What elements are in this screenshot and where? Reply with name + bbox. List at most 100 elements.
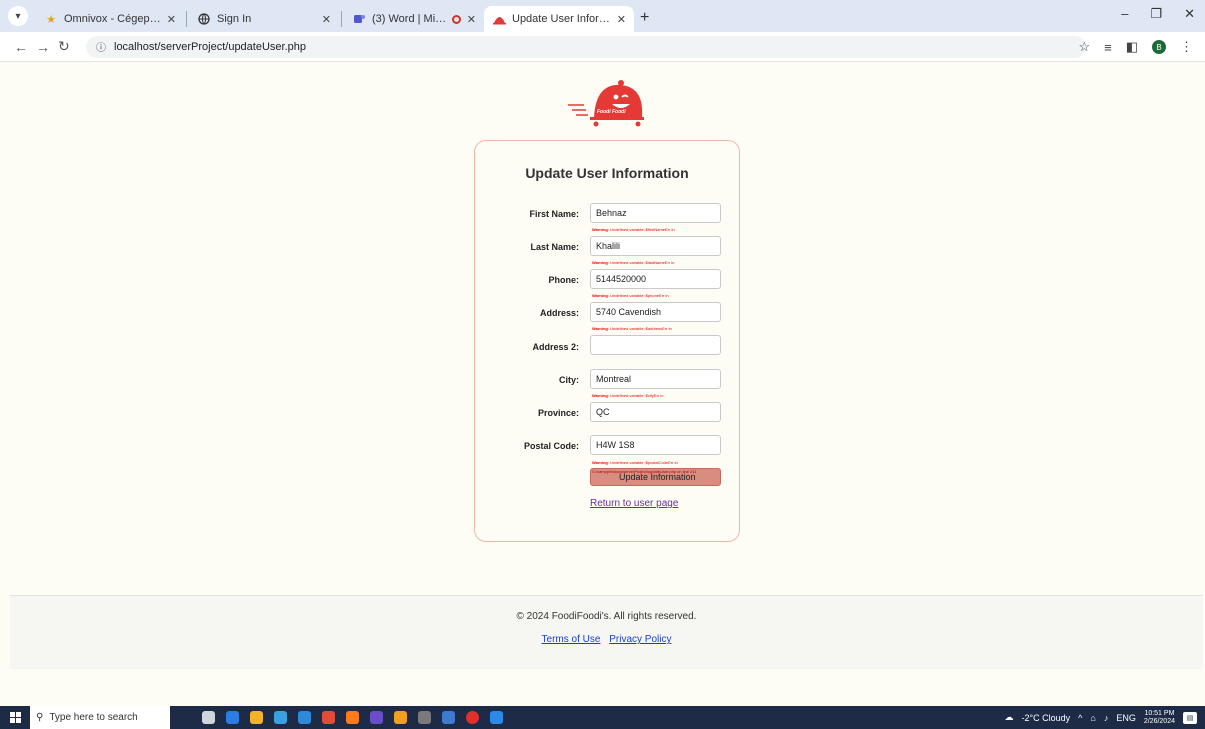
close-window-icon[interactable]: ✕ bbox=[1184, 6, 1195, 22]
close-tab-icon[interactable]: ✕ bbox=[617, 13, 626, 26]
forward-arrow-icon[interactable]: → bbox=[36, 39, 58, 55]
last-name-input[interactable] bbox=[590, 236, 721, 256]
taskbar-app-icon[interactable] bbox=[268, 706, 292, 729]
taskbar-search-box[interactable]: ⚲ Type here to search bbox=[30, 706, 170, 729]
address2-input[interactable] bbox=[590, 335, 721, 355]
tab-search-menu-icon[interactable]: ▾ bbox=[8, 6, 28, 26]
address-warning: Warning: Undefined variable: $addressErr… bbox=[592, 326, 672, 331]
close-tab-icon[interactable]: ✕ bbox=[322, 13, 331, 26]
tab-title: Update User Information bbox=[512, 13, 611, 25]
minimize-icon[interactable]: – bbox=[1121, 6, 1128, 22]
update-user-form: Update User Information First Name: Warn… bbox=[474, 140, 740, 542]
clock-date: 2/26/2024 bbox=[1143, 717, 1175, 725]
first-name-input[interactable] bbox=[590, 203, 721, 223]
privacy-policy-link[interactable]: Privacy Policy bbox=[609, 634, 671, 645]
phone-label: Phone: bbox=[548, 275, 580, 285]
taskbar-app-icon[interactable] bbox=[460, 706, 484, 729]
address2-label: Address 2: bbox=[532, 342, 579, 352]
tab-title: (3) Word | Microsoft Teams bbox=[372, 13, 448, 25]
globe-favicon-icon bbox=[197, 12, 211, 26]
close-tab-icon[interactable]: ✕ bbox=[167, 13, 176, 26]
new-tab-button[interactable]: + bbox=[640, 9, 649, 27]
taskbar-app-icon[interactable] bbox=[292, 706, 316, 729]
city-label: City: bbox=[559, 375, 579, 385]
first-name-warning: Warning: Undefined variable: $firstNameE… bbox=[592, 227, 675, 232]
reading-mode-icon[interactable]: ≡ bbox=[1104, 40, 1112, 55]
province-input[interactable] bbox=[590, 402, 721, 422]
back-arrow-icon[interactable]: ← bbox=[14, 39, 36, 55]
window-controls: – ❐ ✕ bbox=[1121, 6, 1195, 22]
url-text: localhost/serverProject/updateUser.php bbox=[114, 40, 306, 53]
address-label: Address: bbox=[539, 308, 579, 318]
windows-start-icon[interactable] bbox=[0, 706, 30, 729]
profile-avatar[interactable]: B bbox=[1152, 40, 1166, 54]
taskbar-clock[interactable]: 10:51 PM 2/26/2024 bbox=[1144, 710, 1175, 726]
star-favicon-icon: ★ bbox=[46, 13, 56, 26]
network-icon[interactable]: ⌂ bbox=[1090, 713, 1095, 723]
search-icon: ⚲ bbox=[36, 712, 44, 723]
taskbar-app-icon[interactable] bbox=[388, 706, 412, 729]
page-footer: © 2024 FoodiFoodi's. All rights reserved… bbox=[10, 595, 1203, 669]
tab-title: Omnivox - Cégep John Abbott bbox=[64, 13, 161, 25]
copyright-text: © 2024 FoodiFoodi's. All rights reserved… bbox=[516, 611, 697, 622]
form-title: Update User Information bbox=[525, 165, 689, 181]
teams-favicon-icon bbox=[352, 12, 366, 26]
restore-icon[interactable]: ❐ bbox=[1150, 6, 1162, 22]
province-label: Province: bbox=[537, 408, 579, 418]
volume-icon[interactable]: ♪ bbox=[1104, 713, 1109, 723]
last-name-label: Last Name: bbox=[530, 242, 579, 252]
tab-teams[interactable]: (3) Word | Microsoft Teams ✕ bbox=[344, 6, 484, 32]
close-tab-icon[interactable]: ✕ bbox=[467, 13, 476, 26]
taskbar-app-icon[interactable] bbox=[484, 706, 508, 729]
site-info-icon[interactable]: ⓘ bbox=[96, 39, 106, 54]
taskbar-app-icon[interactable] bbox=[364, 706, 388, 729]
tab-omnivox[interactable]: ★ Omnivox - Cégep John Abbott ✕ bbox=[36, 6, 184, 32]
menu-kebab-icon[interactable]: ⋮ bbox=[1180, 39, 1193, 55]
clock-time: 10:51 PM bbox=[1144, 709, 1175, 717]
postal-code-label: Postal Code: bbox=[523, 441, 579, 451]
recording-indicator-icon bbox=[451, 14, 461, 24]
terms-of-use-link[interactable]: Terms of Use bbox=[542, 634, 601, 645]
phone-input[interactable] bbox=[590, 269, 721, 289]
foodi-favicon-icon bbox=[492, 12, 506, 26]
postal-code-input[interactable] bbox=[590, 435, 721, 455]
taskbar-search-placeholder: Type here to search bbox=[49, 712, 138, 723]
taskbar-app-icon[interactable] bbox=[244, 706, 268, 729]
first-name-label: First Name: bbox=[529, 209, 579, 219]
side-panel-icon[interactable]: ◧ bbox=[1126, 39, 1138, 55]
taskbar-app-icon[interactable] bbox=[436, 706, 460, 729]
last-name-warning: Warning: Undefined variable: $lastNameEr… bbox=[592, 260, 675, 265]
tray-chevron-icon[interactable]: ^ bbox=[1078, 713, 1082, 723]
browser-tab-strip: ▾ ★ Omnivox - Cégep John Abbott ✕ Sign I… bbox=[0, 0, 1205, 32]
weather-cloud-icon: ☁ bbox=[1004, 712, 1014, 722]
address-bar[interactable]: ⓘ localhost/serverProject/updateUser.php bbox=[86, 35, 1086, 58]
toolbar-actions: ☆ ≡ ◧ B ⋮ bbox=[1078, 39, 1193, 55]
footer-links: Terms of Use Privacy Policy bbox=[10, 634, 1203, 645]
system-tray: ☁ -2°C Cloudy ^ ⌂ ♪ ENG 10:51 PM 2/26/20… bbox=[1005, 706, 1197, 729]
city-input[interactable] bbox=[590, 369, 721, 389]
reload-icon[interactable]: ↻ bbox=[58, 38, 80, 55]
taskbar-app-icon[interactable] bbox=[316, 706, 340, 729]
phone-warning: Warning: Undefined variable: $phoneErr i… bbox=[592, 293, 669, 298]
notification-center-icon[interactable]: ▤ bbox=[1183, 711, 1197, 724]
taskbar-app-icon[interactable] bbox=[412, 706, 436, 729]
language-indicator[interactable]: ENG bbox=[1116, 713, 1136, 723]
city-warning: Warning: Undefined variable: $cityErr in bbox=[592, 393, 664, 398]
tab-separator bbox=[341, 11, 342, 27]
browser-toolbar: ← → ↻ ⓘ localhost/serverProject/updateUs… bbox=[0, 32, 1205, 62]
logo-text: Foodi Foodi bbox=[597, 109, 626, 115]
weather-text[interactable]: -2°C Cloudy bbox=[1022, 713, 1071, 723]
foodi-foodi-logo: Foodi Foodi bbox=[566, 77, 646, 129]
taskbar-app-icon[interactable] bbox=[196, 706, 220, 729]
bookmark-star-icon[interactable]: ☆ bbox=[1078, 39, 1090, 55]
tab-update-user[interactable]: Update User Information ✕ bbox=[484, 6, 634, 32]
tab-title: Sign In bbox=[217, 13, 252, 25]
address-input[interactable] bbox=[590, 302, 721, 322]
taskbar-app-icon[interactable] bbox=[220, 706, 244, 729]
return-to-user-page-link[interactable]: Return to user page bbox=[590, 498, 678, 509]
taskbar-app-icon[interactable] bbox=[340, 706, 364, 729]
windows-taskbar: ⚲ Type here to search ☁ -2°C Cloudy ^ ⌂ … bbox=[0, 706, 1205, 729]
tab-separator bbox=[186, 11, 187, 27]
taskbar-pinned-apps bbox=[196, 706, 508, 729]
tab-sign-in[interactable]: Sign In ✕ bbox=[189, 6, 339, 32]
